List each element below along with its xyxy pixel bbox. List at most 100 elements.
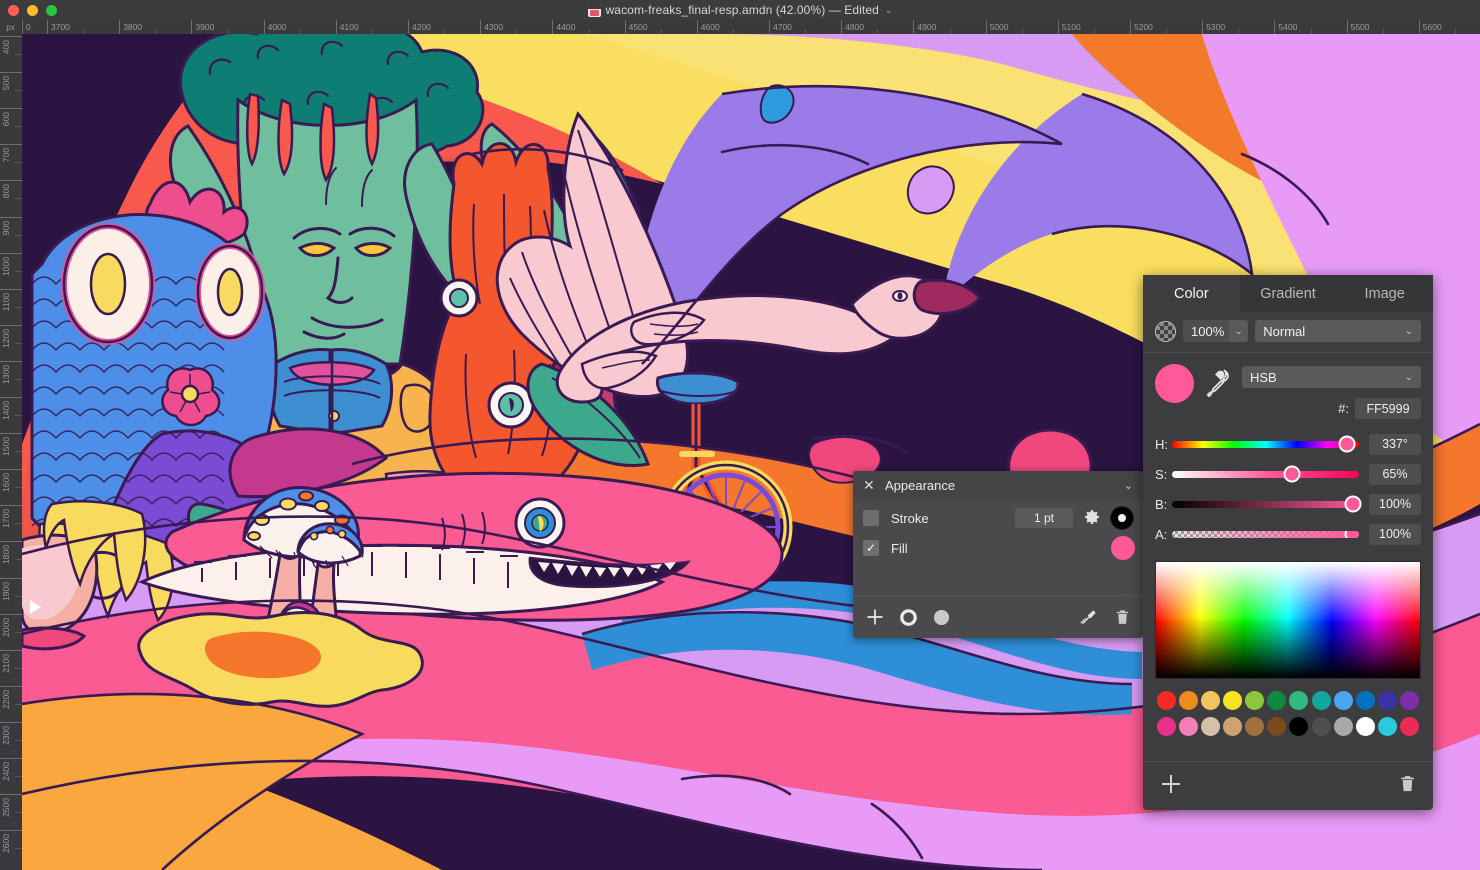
tab-image[interactable]: Image	[1336, 275, 1434, 312]
color-swatch[interactable]	[1333, 717, 1353, 736]
appearance-panel-footer	[853, 596, 1143, 638]
ruler-minor-tick	[15, 126, 22, 128]
color-swatch[interactable]	[1355, 691, 1375, 710]
tab-color[interactable]: Color	[1143, 275, 1240, 312]
ruler-tick-label: 500	[1, 76, 11, 91]
ruler-minor-tick	[15, 451, 22, 453]
color-swatch[interactable]	[1289, 717, 1309, 736]
ruler-tick: 600	[0, 108, 22, 126]
ring-icon[interactable]	[899, 608, 918, 627]
hex-input[interactable]: FF5999	[1355, 398, 1421, 419]
plus-icon[interactable]	[865, 607, 885, 627]
fill-color-swatch[interactable]	[1111, 536, 1135, 560]
slider-row-brightness: B: 100%	[1155, 489, 1421, 519]
ruler-minor-tick	[15, 559, 22, 561]
color-swatch[interactable]	[1245, 717, 1265, 736]
ruler-minor-tick	[15, 270, 22, 272]
ruler-tick: 500	[0, 72, 22, 90]
color-swatch[interactable]	[1289, 691, 1309, 710]
disc-icon[interactable]	[932, 608, 951, 627]
canvas-scroll-indicator[interactable]	[30, 600, 41, 614]
appearance-row-fill[interactable]: ✓ Fill	[853, 533, 1143, 563]
ruler-tick: 3700	[47, 20, 70, 34]
color-swatch[interactable]	[1267, 691, 1287, 710]
ruler-minor-tick	[949, 29, 951, 34]
blend-mode-select[interactable]: Normal ⌄	[1255, 320, 1421, 342]
color-swatch[interactable]	[1355, 717, 1375, 736]
tab-gradient[interactable]: Gradient	[1239, 275, 1337, 312]
saturation-brightness-field[interactable]	[1155, 561, 1421, 679]
fill-enable-checkbox[interactable]: ✓	[863, 540, 879, 556]
appearance-row-stroke[interactable]: Stroke 1 pt	[853, 503, 1143, 533]
color-swatch[interactable]	[1201, 717, 1221, 736]
color-swatch[interactable]	[1377, 691, 1397, 710]
ruler-minor-tick	[15, 234, 22, 236]
trash-icon[interactable]	[1398, 773, 1417, 800]
color-swatch[interactable]	[1223, 717, 1243, 736]
vertical-ruler[interactable]: 400 500 600 700 800 900 1000 1100 1200 1300 1400 15…	[0, 34, 22, 870]
hue-slider-knob[interactable]	[1338, 435, 1356, 453]
color-swatch[interactable]	[1399, 691, 1419, 710]
brightness-value[interactable]: 100%	[1369, 493, 1421, 515]
trash-icon[interactable]	[1114, 608, 1131, 627]
color-swatch[interactable]	[1179, 691, 1199, 710]
ruler-tick: 4400	[552, 20, 575, 34]
color-swatch[interactable]	[1157, 717, 1176, 736]
saturation-slider-track[interactable]	[1172, 465, 1359, 483]
color-panel-tabs[interactable]: Color Gradient Image	[1143, 275, 1434, 312]
ruler-minor-tick	[83, 29, 85, 34]
color-swatch[interactable]	[1201, 691, 1221, 710]
stroke-color-swatch[interactable]	[1111, 507, 1133, 529]
horizontal-ruler[interactable]: 0 3700 3800 3900 4000 4100 4200 4300 4400 4500 460…	[22, 20, 1480, 34]
ruler-minor-tick	[15, 595, 22, 597]
plus-icon[interactable]	[1159, 772, 1183, 801]
hue-value[interactable]: 337°	[1369, 433, 1421, 455]
broom-icon[interactable]	[1078, 608, 1096, 626]
ruler-unit-label[interactable]: px	[0, 20, 22, 34]
ruler-tick: 4100	[335, 20, 359, 34]
close-icon[interactable]: ✕	[863, 478, 877, 492]
saturation-slider-knob[interactable]	[1283, 465, 1301, 483]
color-panel[interactable]: Color Gradient Image 100% ⌄ Normal ⌄ HSB…	[1143, 275, 1434, 810]
color-swatch[interactable]	[1377, 717, 1397, 736]
ruler-tick-label: 4300	[484, 22, 504, 32]
brightness-slider-knob[interactable]	[1344, 495, 1362, 513]
color-swatch[interactable]	[1245, 691, 1265, 710]
color-swatch[interactable]	[1267, 717, 1287, 736]
gear-icon[interactable]	[1083, 509, 1101, 527]
saturation-value[interactable]: 65%	[1369, 463, 1421, 485]
color-swatch[interactable]	[1311, 691, 1331, 710]
hue-slider-track[interactable]	[1172, 435, 1359, 453]
alpha-value[interactable]: 100%	[1369, 523, 1421, 545]
opacity-control[interactable]: 100% ⌄	[1183, 320, 1249, 342]
brightness-slider-track[interactable]	[1172, 495, 1362, 513]
ruler-tick: 1400	[0, 397, 22, 420]
alpha-slider-knob[interactable]	[1344, 530, 1359, 538]
alpha-slider-track[interactable]	[1172, 530, 1359, 538]
stroke-enable-checkbox[interactable]	[863, 510, 879, 526]
eyedropper-icon[interactable]	[1204, 366, 1232, 400]
color-swatch[interactable]	[1333, 691, 1353, 710]
color-model-select[interactable]: HSB ⌄	[1242, 366, 1421, 388]
ruler-minor-tick	[15, 90, 22, 92]
ruler-minor-tick	[155, 29, 157, 34]
appearance-panel-header[interactable]: ✕ Appearance ⌄	[853, 471, 1143, 499]
color-swatch[interactable]	[1223, 691, 1243, 710]
ruler-tick: 5300	[1202, 20, 1225, 34]
ruler-tick: 5600	[1418, 20, 1442, 34]
chevron-down-icon[interactable]: ⌄	[1229, 320, 1249, 342]
color-swatch[interactable]	[1311, 717, 1331, 736]
appearance-panel[interactable]: ✕ Appearance ⌄ Stroke 1 pt ✓ Fill	[853, 471, 1143, 638]
color-swatch[interactable]	[1179, 717, 1199, 736]
ruler-minor-tick	[15, 198, 22, 200]
ruler-tick-label: 4000	[267, 22, 287, 32]
current-color-swatch[interactable]	[1155, 364, 1194, 403]
ruler-minor-tick	[15, 667, 22, 669]
ruler-minor-tick	[15, 306, 22, 308]
chevron-down-icon[interactable]: ⌄	[1124, 479, 1133, 492]
color-swatch[interactable]	[1399, 717, 1419, 736]
ruler-tick-label: 400	[1, 40, 11, 55]
color-swatch[interactable]	[1157, 691, 1176, 710]
chevron-down-icon[interactable]: ⌄	[885, 5, 893, 16]
stroke-width-field[interactable]: 1 pt	[1015, 508, 1073, 528]
